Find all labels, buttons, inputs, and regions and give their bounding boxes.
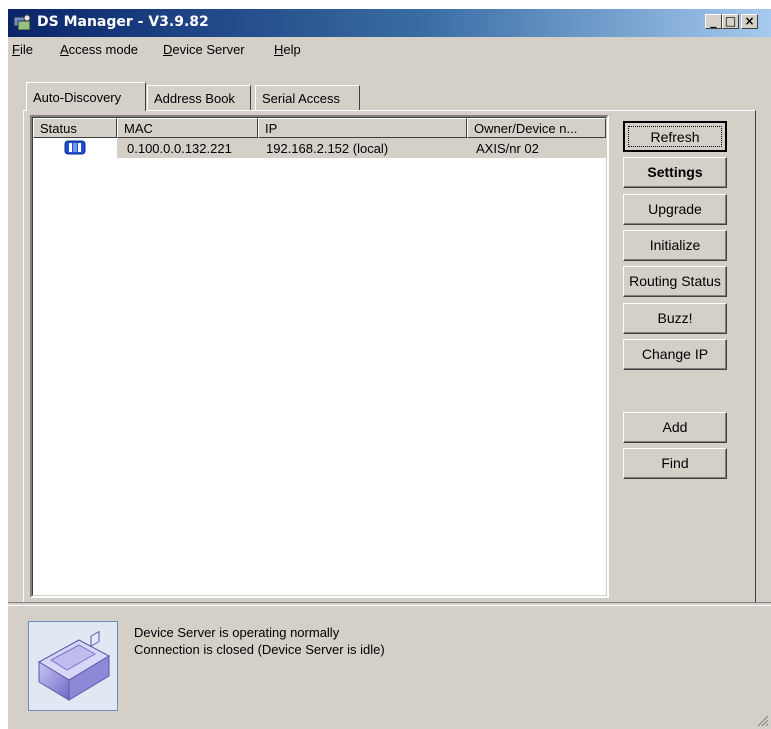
cell-mac: 0.100.0.0.132.221 <box>127 141 232 156</box>
buzz-button[interactable]: Buzz! <box>623 303 727 334</box>
maximize-icon: □ <box>724 14 737 28</box>
column-header-status[interactable]: Status <box>33 118 117 138</box>
cell-ip: 192.168.2.152 (local) <box>266 141 389 156</box>
settings-button[interactable]: Settings <box>623 157 727 188</box>
add-button[interactable]: Add <box>623 412 727 443</box>
status-line-1: Device Server is operating normally <box>134 625 340 640</box>
tab-address-book[interactable]: Address Book <box>147 85 251 110</box>
status-line-2: Connection is closed (Device Server is i… <box>134 642 385 657</box>
resize-grip-icon[interactable] <box>755 713 769 727</box>
table-row[interactable]: 0.100.0.0.132.221 192.168.2.152 (local) … <box>33 138 606 158</box>
minimize-button[interactable]: _ <box>705 14 722 29</box>
menu-access-mode[interactable]: Access mode <box>60 42 138 57</box>
close-button[interactable]: × <box>741 14 758 29</box>
cell-owner: AXIS/nr 02 <box>476 141 539 156</box>
close-icon: × <box>744 14 755 28</box>
device-server-icon <box>37 630 111 701</box>
tab-serial-access[interactable]: Serial Access <box>255 85 360 110</box>
menu-help[interactable]: Help <box>274 42 301 57</box>
find-button[interactable]: Find <box>623 448 727 479</box>
routing-status-button[interactable]: Routing Status <box>623 266 727 297</box>
device-list[interactable]: Status MAC IP Owner/Device n... 0.100.0.… <box>30 115 609 598</box>
title-bar[interactable]: DS Manager - V3.9.82 _ □ × <box>8 9 771 37</box>
device-online-icon <box>64 140 86 155</box>
tab-auto-discovery[interactable]: Auto-Discovery <box>26 82 146 111</box>
menu-bar: File Access mode Device Server Help <box>8 37 771 61</box>
minimize-icon: _ <box>710 14 717 28</box>
upgrade-button[interactable]: Upgrade <box>623 194 727 225</box>
maximize-button[interactable]: □ <box>722 14 739 29</box>
menu-file[interactable]: File <box>12 42 33 57</box>
refresh-button[interactable]: Refresh <box>623 121 727 152</box>
app-icon <box>13 14 31 31</box>
menu-device-server[interactable]: Device Server <box>163 42 245 57</box>
initialize-button[interactable]: Initialize <box>623 230 727 261</box>
column-header-ip[interactable]: IP <box>258 118 467 138</box>
change-ip-button[interactable]: Change IP <box>623 339 727 370</box>
column-header-owner[interactable]: Owner/Device n... <box>467 118 606 138</box>
window-title: DS Manager - V3.9.82 <box>37 14 209 30</box>
separator <box>8 602 771 606</box>
device-server-image <box>28 621 118 711</box>
column-header-mac[interactable]: MAC <box>117 118 258 138</box>
app-window: DS Manager - V3.9.82 _ □ × File Access m… <box>8 9 771 729</box>
